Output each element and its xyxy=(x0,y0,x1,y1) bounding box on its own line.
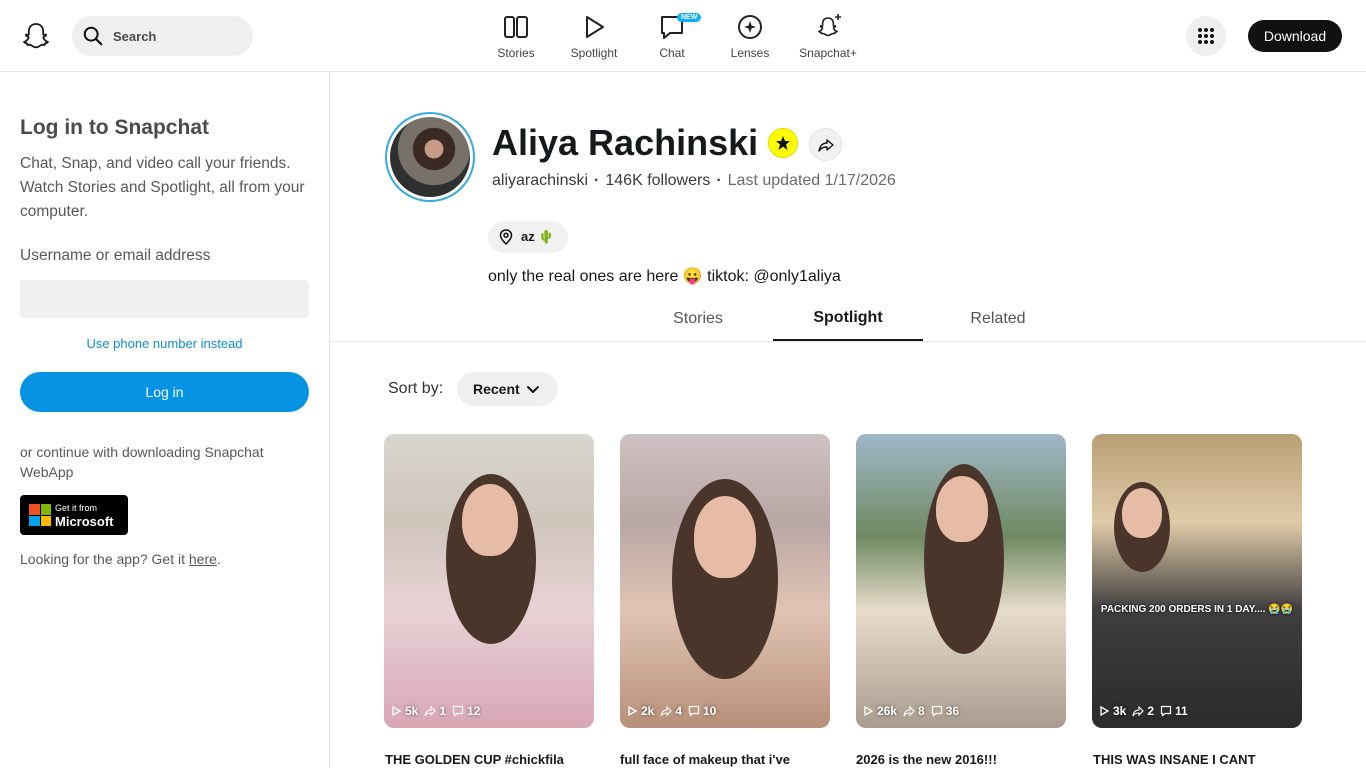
get-app-link[interactable]: here xyxy=(189,551,217,567)
spotlight-card[interactable]: PACKING 200 ORDERS IN 1 DAY.... 😭😭 3k 2 … xyxy=(1092,434,1302,728)
card-stats: 3k 2 11 xyxy=(1098,704,1194,718)
location-chip: az 🌵 xyxy=(488,221,568,253)
search-icon xyxy=(83,26,103,46)
comment-count: 10 xyxy=(703,704,717,718)
microsoft-logo-icon xyxy=(29,504,51,526)
nav-item-label: Stories xyxy=(497,46,535,60)
comment-count: 12 xyxy=(467,704,481,718)
sort-dropdown[interactable]: Recent xyxy=(457,372,558,406)
spotlight-card[interactable]: 26k 8 36 xyxy=(856,434,1066,728)
profile-last-updated: Last updated 1/17/2026 xyxy=(727,172,896,189)
comment-icon xyxy=(1160,705,1172,717)
play-icon xyxy=(392,705,402,717)
comment-count: 11 xyxy=(1175,704,1188,718)
login-description: Chat, Snap, and video call your friends.… xyxy=(20,155,305,220)
login-button[interactable]: Log in xyxy=(20,372,309,412)
tab-related[interactable]: Related xyxy=(923,296,1073,341)
card-title[interactable]: 2026 is the new 2016!!! xyxy=(856,752,1066,767)
share-count: 4 xyxy=(675,704,683,718)
share-icon xyxy=(817,138,834,152)
sort-label: Sort by: xyxy=(388,380,444,397)
login-title: Log in to Snapchat xyxy=(20,116,209,139)
card-stats: 2k 4 10 xyxy=(626,704,722,718)
get-app-text: Looking for the app? Get it here. xyxy=(20,551,221,567)
share-icon xyxy=(660,705,673,717)
location-text: az 🌵 xyxy=(521,229,555,244)
share-icon xyxy=(424,705,437,717)
share-icon xyxy=(1132,705,1145,717)
view-count: 5k xyxy=(405,704,419,718)
location-pin-icon xyxy=(499,229,513,245)
microsoft-store-badge[interactable]: Get it from Microsoft xyxy=(20,495,128,535)
use-phone-link[interactable]: Use phone number instead xyxy=(20,336,309,351)
card-title[interactable]: THE GOLDEN CUP #chickfila xyxy=(385,752,595,767)
nav-item-stories[interactable]: Stories xyxy=(477,12,555,60)
top-nav: Search Stories Spotlight NEW Chat Lenses… xyxy=(0,0,1366,72)
username-input[interactable] xyxy=(20,280,309,318)
share-icon xyxy=(903,705,915,717)
card-stats: 5k 1 12 xyxy=(390,704,486,718)
nav-item-label: Lenses xyxy=(730,46,770,60)
view-count: 3k xyxy=(1113,704,1127,718)
continue-text: or continue with downloading Snapchat We… xyxy=(20,444,264,480)
comment-count: 36 xyxy=(945,704,960,718)
tab-spotlight[interactable]: Spotlight xyxy=(773,296,923,341)
profile-name: Aliya Rachinski xyxy=(492,122,759,163)
lenses-icon xyxy=(738,15,762,39)
profile-username: aliyarachinski xyxy=(492,172,589,189)
stories-icon xyxy=(504,16,528,38)
profile-meta: aliyarachinski · 146K followers · Last updat… xyxy=(492,172,896,189)
card-stats: 26k 8 36 xyxy=(862,704,965,718)
snapchat-plus-icon xyxy=(818,14,841,37)
search-input[interactable]: Search xyxy=(72,16,253,56)
spotlight-card[interactable]: 5k 1 12 xyxy=(384,434,594,728)
play-icon xyxy=(628,705,638,717)
nav-item-label: Chat xyxy=(659,46,685,60)
new-badge: NEW xyxy=(677,13,702,22)
tab-stories[interactable]: Stories xyxy=(623,296,773,341)
card-title[interactable]: full face of makeup that i've xyxy=(620,752,830,767)
chevron-down-icon xyxy=(526,386,539,393)
view-count: 2k xyxy=(641,704,655,718)
profile-followers: 146K followers xyxy=(605,172,711,189)
nav-items: Stories Spotlight NEW Chat Lenses Snapch… xyxy=(477,12,867,60)
nav-item-label: Snapchat+ xyxy=(799,46,857,60)
download-button[interactable]: Download xyxy=(1248,20,1342,52)
comment-icon xyxy=(931,705,942,717)
get-app-prefix: Looking for the app? Get it xyxy=(20,551,189,567)
ms-badge-big-text: Microsoft xyxy=(55,514,114,529)
nav-item-chat[interactable]: NEW Chat xyxy=(633,12,711,60)
play-icon xyxy=(864,705,874,717)
profile-avatar[interactable] xyxy=(385,112,475,202)
share-count: 2 xyxy=(1147,704,1155,718)
comment-icon xyxy=(688,705,700,717)
nav-item-label: Spotlight xyxy=(570,46,618,60)
share-button[interactable] xyxy=(809,128,842,161)
grid-icon xyxy=(1198,28,1214,44)
tab-divider xyxy=(330,341,1366,342)
card-title[interactable]: THIS WAS INSANE I CANT xyxy=(1093,752,1303,767)
comment-icon xyxy=(452,705,464,717)
nav-item-lenses[interactable]: Lenses xyxy=(711,12,789,60)
play-icon xyxy=(1100,705,1110,717)
profile-bio: only the real ones are here 😛 tiktok: @o… xyxy=(488,268,841,285)
username-label: Username or email address xyxy=(20,247,211,264)
card-overlay-text: PACKING 200 ORDERS IN 1 DAY.... 😭😭 xyxy=(1100,604,1294,615)
profile-tabs: Stories Spotlight Related xyxy=(623,296,1073,341)
snapchat-ghost-icon[interactable] xyxy=(20,20,52,52)
star-badge-icon xyxy=(768,128,798,158)
share-count: 8 xyxy=(918,704,925,718)
apps-grid-button[interactable] xyxy=(1186,16,1226,56)
spotlight-card[interactable]: 2k 4 10 xyxy=(620,434,830,728)
get-app-suffix: . xyxy=(216,551,221,567)
nav-item-spotlight[interactable]: Spotlight xyxy=(555,12,633,60)
nav-item-snapchat-plus[interactable]: Snapchat+ xyxy=(789,12,867,60)
sort-value: Recent xyxy=(473,381,520,397)
share-count: 1 xyxy=(439,704,447,718)
spotlight-icon xyxy=(586,16,604,38)
search-placeholder: Search xyxy=(113,28,157,44)
view-count: 26k xyxy=(877,704,898,718)
